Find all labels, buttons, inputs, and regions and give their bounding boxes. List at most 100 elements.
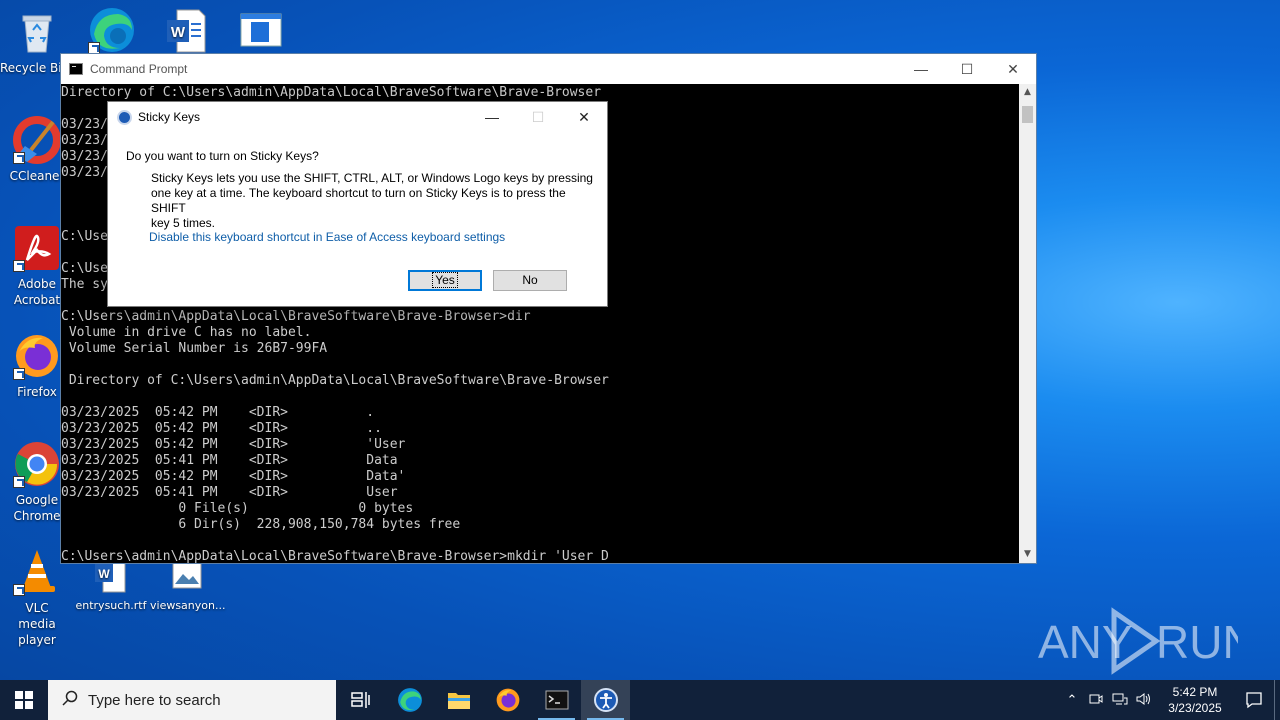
- cmd-icon: [545, 690, 568, 710]
- chevron-up-icon[interactable]: ⌃: [1060, 692, 1084, 708]
- shortcut-arrow-icon: [13, 368, 25, 380]
- cmd-titlebar[interactable]: Command Prompt — ☐ ✕: [61, 54, 1036, 84]
- cmd-app-icon: [69, 63, 83, 75]
- recycle-bin-icon: [13, 8, 61, 56]
- scroll-down-icon[interactable]: ▼: [1019, 546, 1036, 563]
- console-line: Directory of C:\Users\admin\AppData\Loca…: [61, 85, 602, 100]
- console-line: C:\Users\admin\AppData\Local\BraveSoftwa…: [61, 309, 531, 324]
- system-tray: ⌃ 5:42 PM 3/23/2025: [1060, 680, 1280, 720]
- console-line: 03/23/2025 05:42 PM <DIR> ..: [61, 421, 382, 436]
- console-line: 03/23/2025 05:41 PM <DIR> Data: [61, 453, 398, 468]
- description-line: one key at a time. The keyboard shortcut…: [151, 186, 566, 215]
- window-file-icon: [237, 6, 285, 54]
- scroll-up-icon[interactable]: ▲: [1019, 84, 1036, 101]
- dialog-close-button[interactable]: ✕: [561, 102, 607, 132]
- dialog-question: Do you want to turn on Sticky Keys?: [126, 149, 319, 163]
- desktop-icon-label: Recycle Bin: [0, 61, 60, 75]
- yes-button-label: Yes: [432, 272, 458, 288]
- vertical-scrollbar[interactable]: ▲ ▼: [1019, 84, 1036, 563]
- console-line: 03/23/2025 05:42 PM <DIR> 'User: [61, 437, 406, 452]
- minimize-button[interactable]: —: [898, 54, 944, 84]
- no-button[interactable]: No: [493, 270, 567, 291]
- watermark-text-run: RUN: [1156, 616, 1238, 668]
- dialog-minimize-button[interactable]: —: [469, 102, 515, 132]
- taskbar: Type here to search ⌃ 5:42 PM 3/23/2025: [0, 680, 1280, 720]
- firefox-icon: [13, 332, 61, 380]
- meet-now-icon[interactable]: [1084, 692, 1108, 709]
- console-line: C:\Users\admin\AppData\Local\BraveSoftwa…: [61, 549, 609, 563]
- desktop-icon-label: CCleaner: [9, 169, 65, 183]
- desktop-icon-label: viewsanyon...: [150, 599, 226, 612]
- shortcut-arrow-icon: [13, 152, 25, 164]
- search-icon: [62, 690, 78, 710]
- network-icon[interactable]: [1108, 692, 1132, 709]
- desktop-icon-edge[interactable]: [75, 6, 149, 58]
- notification-icon: [1246, 692, 1262, 709]
- desktop-icon-label: Google Chrome: [13, 493, 61, 523]
- shortcut-arrow-icon: [13, 260, 25, 272]
- taskbar-cmd[interactable]: [532, 680, 581, 720]
- sticky-keys-dialog[interactable]: Sticky Keys — ☐ ✕ Do you want to turn on…: [107, 101, 608, 307]
- task-view-button[interactable]: [336, 680, 385, 720]
- watermark-text-any: ANY: [1038, 616, 1133, 668]
- cmd-title: Command Prompt: [90, 62, 188, 76]
- desktop-icon-label: Adobe Acrobat: [13, 277, 61, 307]
- desktop-icon-word-doc[interactable]: W: [150, 6, 224, 58]
- adobe-acrobat-icon: [13, 224, 61, 272]
- taskbar-edge[interactable]: [385, 680, 434, 720]
- desktop-icon-viewsanyon[interactable]: viewsanyon...: [150, 558, 226, 614]
- search-placeholder: Type here to search: [88, 691, 221, 709]
- clock-time: 5:42 PM: [1172, 685, 1218, 699]
- desktop-icon-window-file[interactable]: [224, 6, 298, 58]
- volume-icon[interactable]: [1132, 692, 1156, 709]
- chrome-icon: [13, 440, 61, 488]
- svg-text:W: W: [171, 24, 186, 41]
- taskbar-firefox[interactable]: [483, 680, 532, 720]
- anyrun-watermark: ANY RUN: [1038, 606, 1256, 676]
- desktop-icon-entrysuch[interactable]: W entrysuch.rtf: [74, 558, 148, 614]
- edge-icon: [397, 688, 422, 712]
- console-line: 03/23/2025 05:42 PM <DIR> .: [61, 405, 375, 420]
- taskbar-sticky-keys[interactable]: [581, 680, 630, 720]
- sticky-keys-icon: [593, 688, 618, 712]
- console-line: 03/23/2025 05:42 PM <DIR> Data': [61, 469, 406, 484]
- notification-center-button[interactable]: [1234, 691, 1274, 709]
- svg-text:W: W: [98, 567, 110, 581]
- console-line: Directory of C:\Users\admin\AppData\Loca…: [61, 373, 609, 388]
- scroll-thumb[interactable]: [1022, 106, 1033, 123]
- shortcut-arrow-icon: [13, 476, 25, 488]
- taskbar-file-explorer[interactable]: [434, 680, 483, 720]
- description-line: key 5 times.: [151, 216, 216, 230]
- dialog-description: Sticky Keys lets you use the SHIFT, CTRL…: [151, 171, 596, 231]
- disable-shortcut-link[interactable]: Disable this keyboard shortcut in Ease o…: [149, 230, 505, 244]
- shortcut-arrow-icon: [13, 584, 25, 596]
- desktop-icon-label: entrysuch.rtf: [75, 599, 147, 612]
- console-line: Volume Serial Number is 26B7-99FA: [61, 341, 328, 356]
- maximize-button[interactable]: ☐: [944, 54, 990, 84]
- console-line: 03/23/2025 05:41 PM <DIR> User: [61, 485, 398, 500]
- clock[interactable]: 5:42 PM 3/23/2025: [1156, 684, 1234, 716]
- file-explorer-icon: [447, 693, 470, 709]
- taskbar-search-box[interactable]: Type here to search: [48, 680, 336, 720]
- description-line: Sticky Keys lets you use the SHIFT, CTRL…: [151, 171, 593, 185]
- dialog-titlebar[interactable]: Sticky Keys — ☐ ✕: [108, 102, 607, 132]
- clock-date: 3/23/2025: [1168, 701, 1222, 715]
- yes-button[interactable]: Yes: [408, 270, 482, 291]
- ccleaner-icon: [13, 116, 61, 164]
- start-button[interactable]: [0, 680, 48, 720]
- word-doc-icon: W: [163, 6, 211, 54]
- console-line: 0 File(s) 0 bytes: [61, 501, 414, 516]
- close-button[interactable]: ✕: [990, 54, 1036, 84]
- firefox-icon: [496, 688, 519, 712]
- ease-of-access-icon: [117, 109, 132, 125]
- task-view-icon: [350, 692, 370, 708]
- dialog-title: Sticky Keys: [138, 110, 201, 124]
- console-line: Volume in drive C has no label.: [61, 325, 312, 340]
- edge-icon: [88, 6, 136, 54]
- show-desktop-button[interactable]: [1274, 680, 1280, 720]
- vlc-icon: [13, 548, 61, 596]
- windows-logo-icon: [15, 691, 33, 709]
